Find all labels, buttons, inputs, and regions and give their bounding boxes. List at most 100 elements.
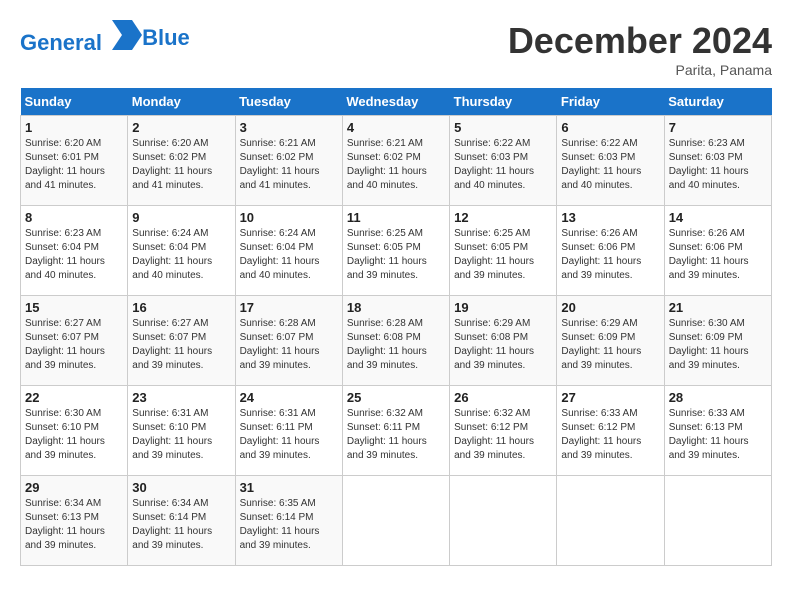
calendar-cell: 9 Sunrise: 6:24 AM Sunset: 6:04 PM Dayli… (128, 206, 235, 296)
header-wednesday: Wednesday (342, 88, 449, 116)
calendar-cell: 12 Sunrise: 6:25 AM Sunset: 6:05 PM Dayl… (450, 206, 557, 296)
day-info: Sunrise: 6:33 AM Sunset: 6:13 PM Dayligh… (669, 407, 767, 463)
day-number: 29 (25, 480, 123, 495)
day-number: 24 (240, 390, 338, 405)
calendar-cell: 13 Sunrise: 6:26 AM Sunset: 6:06 PM Dayl… (557, 206, 664, 296)
day-info: Sunrise: 6:25 AM Sunset: 6:05 PM Dayligh… (347, 227, 445, 283)
day-info: Sunrise: 6:26 AM Sunset: 6:06 PM Dayligh… (561, 227, 659, 283)
day-info: Sunrise: 6:21 AM Sunset: 6:02 PM Dayligh… (240, 137, 338, 193)
day-number: 18 (347, 300, 445, 315)
day-info: Sunrise: 6:34 AM Sunset: 6:13 PM Dayligh… (25, 497, 123, 553)
day-number: 20 (561, 300, 659, 315)
page-header: General Blue December 2024 Parita, Panam… (20, 20, 772, 78)
calendar-cell: 5 Sunrise: 6:22 AM Sunset: 6:03 PM Dayli… (450, 116, 557, 206)
day-number: 31 (240, 480, 338, 495)
day-number: 25 (347, 390, 445, 405)
day-info: Sunrise: 6:21 AM Sunset: 6:02 PM Dayligh… (347, 137, 445, 193)
day-info: Sunrise: 6:24 AM Sunset: 6:04 PM Dayligh… (240, 227, 338, 283)
day-info: Sunrise: 6:22 AM Sunset: 6:03 PM Dayligh… (561, 137, 659, 193)
day-info: Sunrise: 6:20 AM Sunset: 6:01 PM Dayligh… (25, 137, 123, 193)
day-info: Sunrise: 6:31 AM Sunset: 6:11 PM Dayligh… (240, 407, 338, 463)
day-info: Sunrise: 6:27 AM Sunset: 6:07 PM Dayligh… (132, 317, 230, 373)
day-number: 23 (132, 390, 230, 405)
calendar-week-3: 15 Sunrise: 6:27 AM Sunset: 6:07 PM Dayl… (21, 296, 772, 386)
day-number: 13 (561, 210, 659, 225)
day-info: Sunrise: 6:29 AM Sunset: 6:08 PM Dayligh… (454, 317, 552, 373)
day-number: 28 (669, 390, 767, 405)
calendar-cell: 19 Sunrise: 6:29 AM Sunset: 6:08 PM Dayl… (450, 296, 557, 386)
day-number: 7 (669, 120, 767, 135)
calendar-cell: 3 Sunrise: 6:21 AM Sunset: 6:02 PM Dayli… (235, 116, 342, 206)
day-info: Sunrise: 6:34 AM Sunset: 6:14 PM Dayligh… (132, 497, 230, 553)
calendar-cell: 24 Sunrise: 6:31 AM Sunset: 6:11 PM Dayl… (235, 386, 342, 476)
day-number: 2 (132, 120, 230, 135)
day-info: Sunrise: 6:30 AM Sunset: 6:10 PM Dayligh… (25, 407, 123, 463)
day-number: 4 (347, 120, 445, 135)
calendar-cell: 8 Sunrise: 6:23 AM Sunset: 6:04 PM Dayli… (21, 206, 128, 296)
day-info: Sunrise: 6:23 AM Sunset: 6:03 PM Dayligh… (669, 137, 767, 193)
calendar-cell: 6 Sunrise: 6:22 AM Sunset: 6:03 PM Dayli… (557, 116, 664, 206)
day-number: 16 (132, 300, 230, 315)
day-number: 12 (454, 210, 552, 225)
day-info: Sunrise: 6:28 AM Sunset: 6:08 PM Dayligh… (347, 317, 445, 373)
day-number: 22 (25, 390, 123, 405)
day-info: Sunrise: 6:32 AM Sunset: 6:12 PM Dayligh… (454, 407, 552, 463)
calendar-cell: 27 Sunrise: 6:33 AM Sunset: 6:12 PM Dayl… (557, 386, 664, 476)
calendar-cell: 28 Sunrise: 6:33 AM Sunset: 6:13 PM Dayl… (664, 386, 771, 476)
day-info: Sunrise: 6:35 AM Sunset: 6:14 PM Dayligh… (240, 497, 338, 553)
calendar-cell: 20 Sunrise: 6:29 AM Sunset: 6:09 PM Dayl… (557, 296, 664, 386)
day-info: Sunrise: 6:26 AM Sunset: 6:06 PM Dayligh… (669, 227, 767, 283)
calendar-week-1: 1 Sunrise: 6:20 AM Sunset: 6:01 PM Dayli… (21, 116, 772, 206)
day-info: Sunrise: 6:28 AM Sunset: 6:07 PM Dayligh… (240, 317, 338, 373)
day-info: Sunrise: 6:24 AM Sunset: 6:04 PM Dayligh… (132, 227, 230, 283)
calendar-week-4: 22 Sunrise: 6:30 AM Sunset: 6:10 PM Dayl… (21, 386, 772, 476)
day-info: Sunrise: 6:27 AM Sunset: 6:07 PM Dayligh… (25, 317, 123, 373)
day-number: 11 (347, 210, 445, 225)
calendar-body: 1 Sunrise: 6:20 AM Sunset: 6:01 PM Dayli… (21, 116, 772, 566)
day-number: 10 (240, 210, 338, 225)
calendar-cell: 14 Sunrise: 6:26 AM Sunset: 6:06 PM Dayl… (664, 206, 771, 296)
day-info: Sunrise: 6:23 AM Sunset: 6:04 PM Dayligh… (25, 227, 123, 283)
header-sunday: Sunday (21, 88, 128, 116)
calendar-cell: 31 Sunrise: 6:35 AM Sunset: 6:14 PM Dayl… (235, 476, 342, 566)
calendar-cell: 29 Sunrise: 6:34 AM Sunset: 6:13 PM Dayl… (21, 476, 128, 566)
calendar-cell: 10 Sunrise: 6:24 AM Sunset: 6:04 PM Dayl… (235, 206, 342, 296)
day-number: 5 (454, 120, 552, 135)
day-number: 27 (561, 390, 659, 405)
calendar-week-5: 29 Sunrise: 6:34 AM Sunset: 6:13 PM Dayl… (21, 476, 772, 566)
calendar-cell: 15 Sunrise: 6:27 AM Sunset: 6:07 PM Dayl… (21, 296, 128, 386)
calendar-cell: 30 Sunrise: 6:34 AM Sunset: 6:14 PM Dayl… (128, 476, 235, 566)
calendar-cell: 26 Sunrise: 6:32 AM Sunset: 6:12 PM Dayl… (450, 386, 557, 476)
day-number: 14 (669, 210, 767, 225)
calendar-cell: 25 Sunrise: 6:32 AM Sunset: 6:11 PM Dayl… (342, 386, 449, 476)
day-info: Sunrise: 6:30 AM Sunset: 6:09 PM Dayligh… (669, 317, 767, 373)
day-number: 6 (561, 120, 659, 135)
header-thursday: Thursday (450, 88, 557, 116)
day-number: 26 (454, 390, 552, 405)
calendar-cell: 1 Sunrise: 6:20 AM Sunset: 6:01 PM Dayli… (21, 116, 128, 206)
calendar-week-2: 8 Sunrise: 6:23 AM Sunset: 6:04 PM Dayli… (21, 206, 772, 296)
day-info: Sunrise: 6:22 AM Sunset: 6:03 PM Dayligh… (454, 137, 552, 193)
calendar-cell: 11 Sunrise: 6:25 AM Sunset: 6:05 PM Dayl… (342, 206, 449, 296)
calendar-cell (664, 476, 771, 566)
day-number: 8 (25, 210, 123, 225)
calendar-subtitle: Parita, Panama (508, 62, 772, 78)
calendar-cell (450, 476, 557, 566)
header-saturday: Saturday (664, 88, 771, 116)
calendar-cell: 21 Sunrise: 6:30 AM Sunset: 6:09 PM Dayl… (664, 296, 771, 386)
day-number: 30 (132, 480, 230, 495)
title-area: December 2024 Parita, Panama (508, 20, 772, 78)
day-info: Sunrise: 6:31 AM Sunset: 6:10 PM Dayligh… (132, 407, 230, 463)
calendar-cell: 4 Sunrise: 6:21 AM Sunset: 6:02 PM Dayli… (342, 116, 449, 206)
calendar-title: December 2024 (508, 20, 772, 62)
day-number: 9 (132, 210, 230, 225)
day-number: 15 (25, 300, 123, 315)
header-tuesday: Tuesday (235, 88, 342, 116)
day-info: Sunrise: 6:32 AM Sunset: 6:11 PM Dayligh… (347, 407, 445, 463)
logo-line1: General (20, 30, 102, 55)
calendar-cell: 18 Sunrise: 6:28 AM Sunset: 6:08 PM Dayl… (342, 296, 449, 386)
calendar-cell (557, 476, 664, 566)
logo-text: General (20, 20, 142, 55)
calendar-cell: 23 Sunrise: 6:31 AM Sunset: 6:10 PM Dayl… (128, 386, 235, 476)
day-info: Sunrise: 6:20 AM Sunset: 6:02 PM Dayligh… (132, 137, 230, 193)
